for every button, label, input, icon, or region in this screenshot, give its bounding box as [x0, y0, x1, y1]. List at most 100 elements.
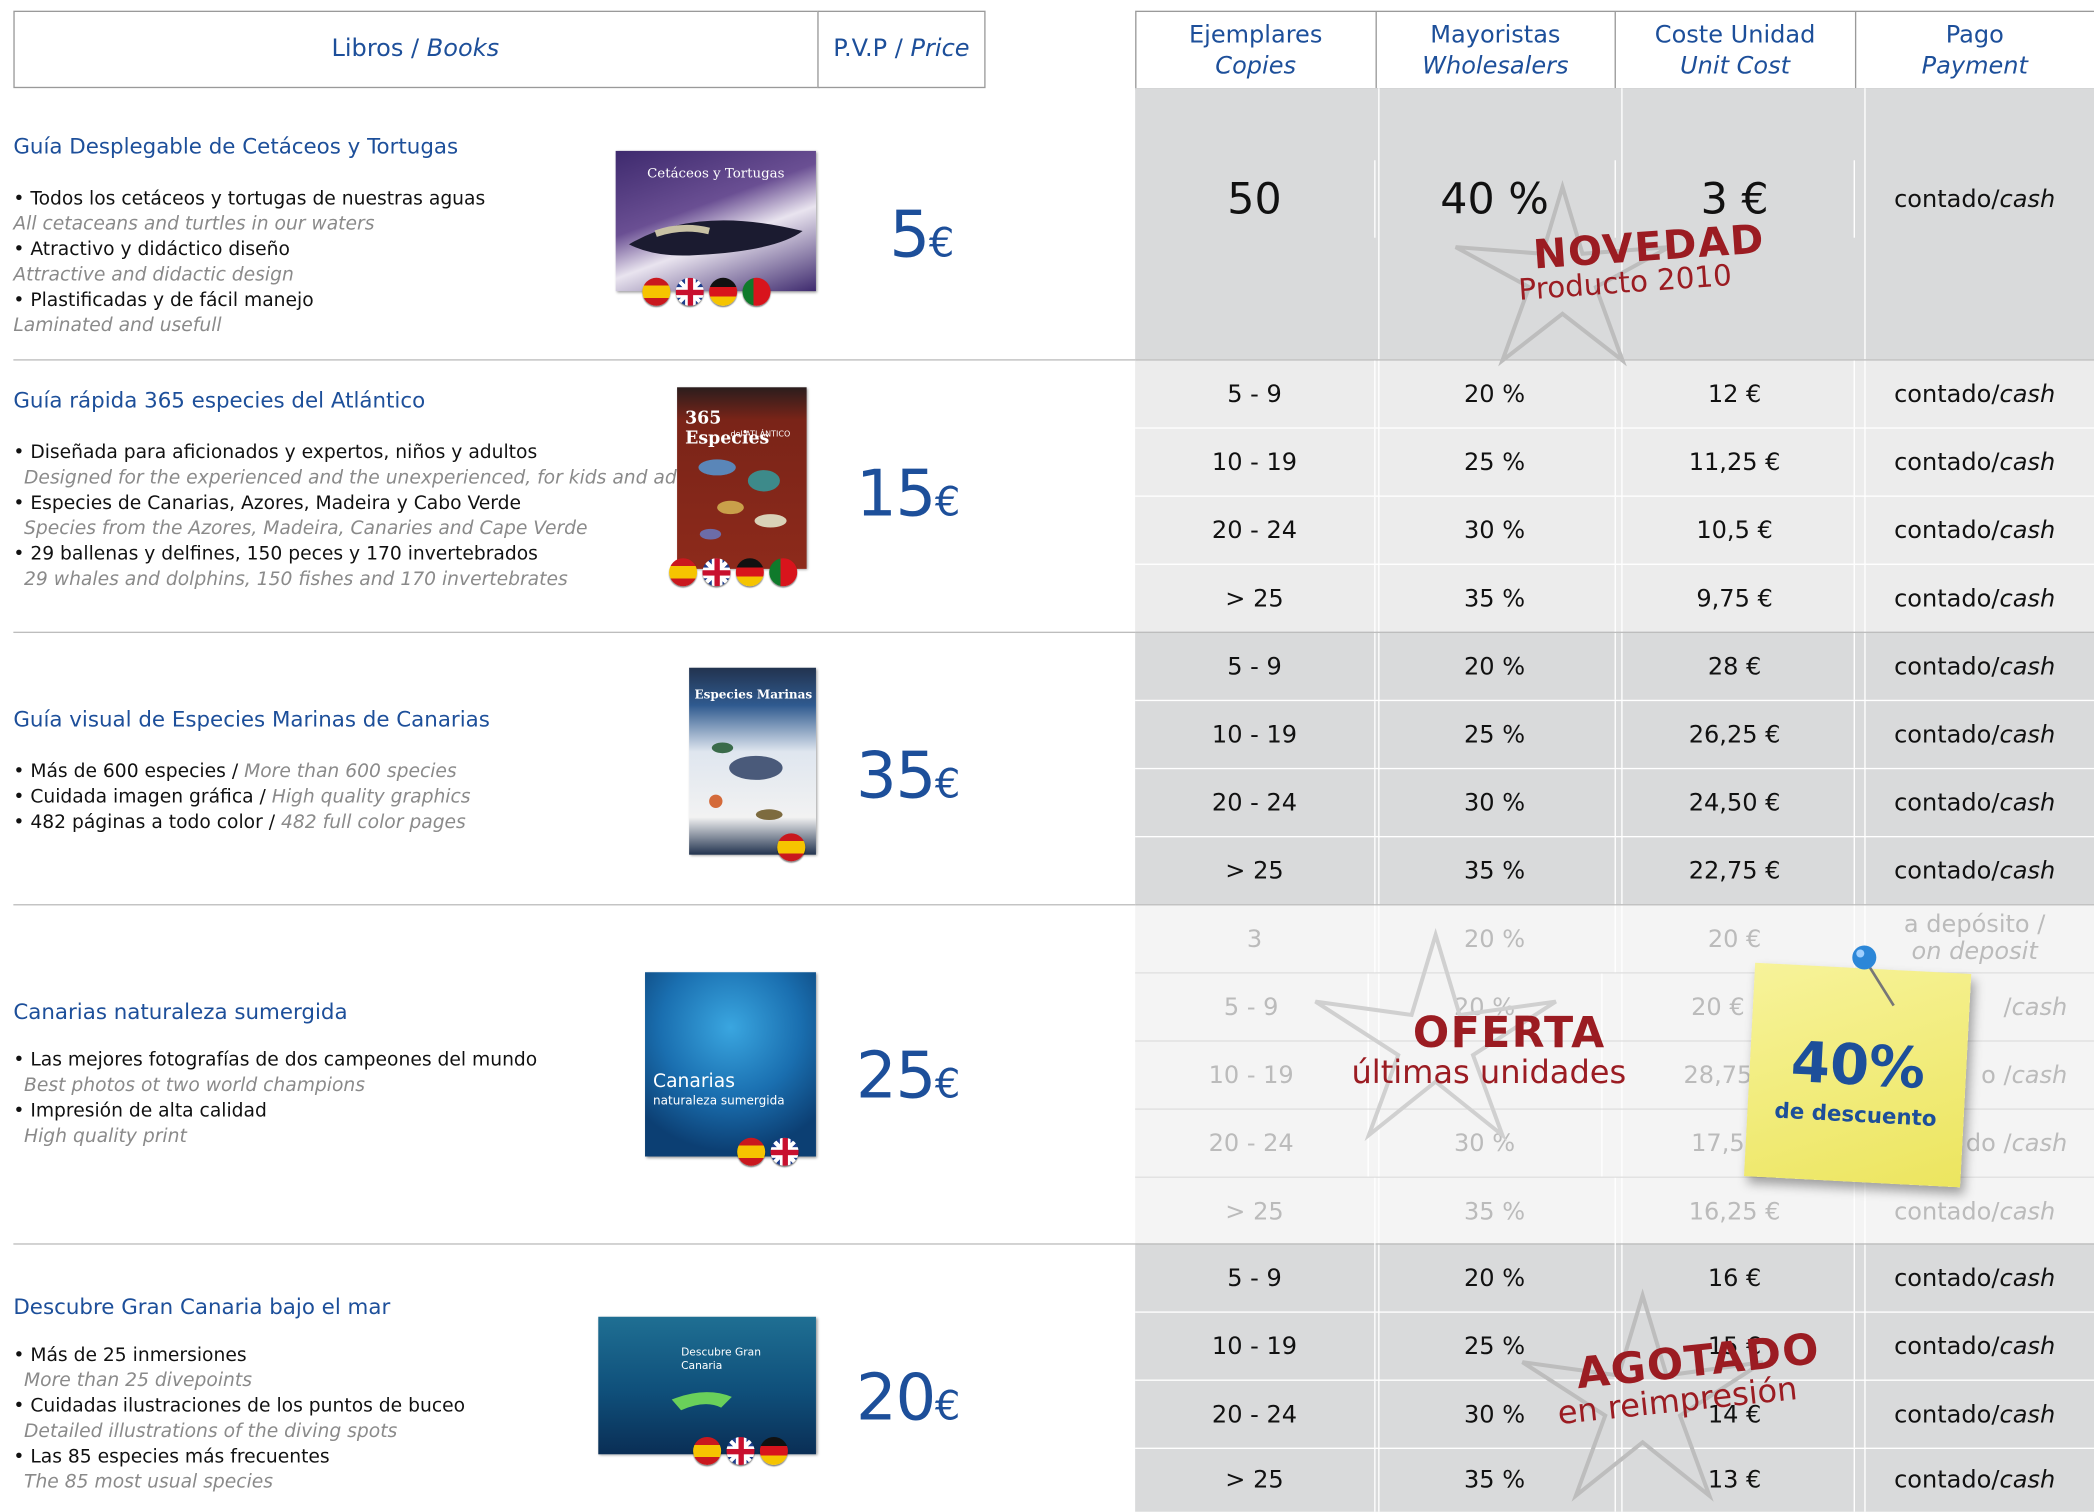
language-flags	[693, 1436, 788, 1465]
pay-sep: /	[1991, 788, 2000, 817]
bullet-en: Designed for the experienced and the une…	[24, 467, 711, 489]
bullet-es: • Cuidada imagen gráfica /	[13, 786, 272, 808]
cell-discount: 35 %	[1373, 1177, 1614, 1245]
cell-payment: contado / cash	[1853, 701, 2094, 768]
spain-flag-icon	[669, 558, 698, 587]
header-payment-en: Payment	[1921, 51, 2028, 80]
bullet-es: • Especies de Canarias, Azores, Madeira …	[13, 492, 522, 515]
cell-copies: 50	[1227, 173, 1282, 225]
pay-es: contado	[1894, 788, 1992, 817]
table-row: 3 20 % 20 € a depósito / on deposit	[1135, 905, 2094, 973]
product-title: Descubre Gran Canaria bajo el mar	[13, 1294, 391, 1320]
cell-payment: contado / cash	[1853, 633, 2094, 700]
pay-sep: do /	[1965, 1129, 2012, 1158]
portugal-flag-icon	[742, 277, 771, 306]
cell-unit-cost: 20 €	[1613, 905, 1854, 973]
header-payment: Pago Payment	[1854, 12, 2094, 89]
bullet-es: • Plastificadas y de fácil manejo	[13, 289, 314, 312]
pay-sep: /	[1991, 379, 2000, 408]
bullet-es: • Atractivo y didáctico diseño	[13, 239, 290, 261]
product-title: Canarias naturaleza sumergida	[13, 998, 348, 1025]
bullet-es: • Más de 600 especies /	[13, 761, 245, 783]
product-bullets: • Más de 600 especies / More than 600 sp…	[13, 760, 470, 836]
cell-payment: contado / cash	[1853, 496, 2094, 564]
pay-es: contado	[1894, 184, 1992, 214]
bullet-en: High quality print	[24, 1125, 187, 1148]
pay-en: cash	[2011, 992, 2068, 1021]
pay-es: contado	[1894, 379, 1992, 408]
cover-subtitle: naturaleza sumergida	[653, 1095, 785, 1109]
product-price: 25€	[856, 1038, 960, 1114]
header-copies-es: Ejemplares	[1188, 20, 1323, 49]
bullet-es: • Las mejores fotografías de dos campeon…	[13, 1049, 538, 1072]
pay-en: cash	[1999, 1400, 2056, 1429]
header-price-label: P.V.P / Price	[817, 33, 985, 65]
pay-es: contado	[1894, 1197, 1992, 1226]
pay-en: cash	[1999, 584, 2056, 613]
header-unit-cost-en: Unit Cost	[1680, 51, 1791, 80]
bullet-en: Attractive and didactic design	[13, 264, 294, 286]
cell-copies: 10 - 19	[1211, 448, 1298, 477]
product-separator	[13, 1243, 1136, 1245]
pay-en: cash	[1999, 1332, 2056, 1361]
pay-en: cash	[1999, 856, 2056, 885]
cell-payment: contado / cash	[1853, 160, 2094, 238]
species-illustration	[698, 459, 787, 540]
germany-flag-icon	[759, 1436, 788, 1465]
product-price: 35€	[856, 739, 960, 814]
uk-flag-icon	[726, 1436, 755, 1465]
table-row: 5 - 9 20 % 28 € contado / cash	[1135, 633, 2094, 700]
price-currency: €	[934, 1383, 961, 1431]
pushpin-icon	[1852, 945, 1895, 1007]
price-currency: €	[928, 220, 955, 268]
table-row: 20 - 24 30 % 24,50 € contado / cash	[1135, 769, 2094, 836]
cell-payment: contado / cash	[1853, 769, 2094, 836]
price-value: 25	[856, 1038, 936, 1114]
pay-es: contado	[1894, 516, 1992, 545]
pay-sep: /	[1991, 516, 2000, 545]
product-separator	[13, 631, 1136, 634]
bullet-es: • 29 ballenas y delfines, 150 peces y 17…	[13, 543, 538, 565]
header-books-label: Libros / Books	[13, 33, 817, 65]
cell-discount: 30 %	[1373, 496, 1614, 564]
cell-payment: contado / cash	[1853, 1380, 2094, 1448]
pay-sep: /	[1991, 1400, 2000, 1429]
product-bullets: • Las mejores fotografías de dos campeon…	[13, 1048, 537, 1149]
cell-discount: 20 %	[1373, 633, 1614, 700]
bullet-es: • Impresión de alta calidad	[13, 1100, 267, 1122]
cell-copies: 5 - 9	[1227, 379, 1282, 408]
cell-payment: contado / cash	[1853, 1177, 2094, 1245]
spain-flag-icon	[737, 1137, 766, 1166]
diver-illustration	[671, 1392, 732, 1411]
book-cover: Canarias naturaleza sumergida	[645, 972, 816, 1157]
pay-sep: /	[1991, 448, 2000, 477]
table-row: 10 - 19 25 % 26,25 € contado / cash	[1135, 701, 2094, 768]
book-cover: Descubre Gran Canaria	[598, 1316, 816, 1455]
header-wholesalers-en: Wholesalers	[1422, 51, 1569, 80]
bullet-en: Laminated and usefull	[13, 315, 222, 337]
cell-payment: contado / cash	[1853, 428, 2094, 496]
pay-en: cash	[1999, 1197, 2056, 1226]
bullet-en: 482 full color pages	[280, 811, 466, 834]
stamp-offer: OFERTA	[1412, 1006, 1606, 1058]
bullet-line: • Cuidada imagen gráfica / High quality …	[13, 785, 470, 810]
bullet-es: • Cuidadas ilustraciones de los puntos d…	[13, 1395, 466, 1417]
cell-unit-cost: 12 €	[1613, 360, 1854, 428]
header-pvp-es: P.V.P	[833, 34, 888, 63]
bullet-en: The 85 most usual species	[24, 1471, 274, 1494]
pay-en: cash	[1999, 720, 2056, 749]
header-pvp-en: Price	[910, 34, 970, 63]
pay-en: cash	[2011, 1061, 2068, 1090]
pay-sep: /	[1991, 652, 2000, 681]
uk-flag-icon	[702, 558, 731, 587]
pay-sep: /	[1991, 1332, 2000, 1361]
pay-es: a depósito /	[1903, 910, 2046, 939]
language-flags	[777, 833, 806, 862]
price-value: 5	[889, 197, 930, 273]
pay-sep: /	[1991, 584, 2000, 613]
cell-copies: 5 - 9	[1227, 1264, 1282, 1293]
pay-sep: /	[1991, 856, 2000, 885]
product-bullets: • Más de 25 inmersiones More than 25 div…	[13, 1343, 465, 1495]
pay-sep: o /	[1981, 1061, 2012, 1090]
pay-es: contado	[1894, 1332, 1992, 1361]
